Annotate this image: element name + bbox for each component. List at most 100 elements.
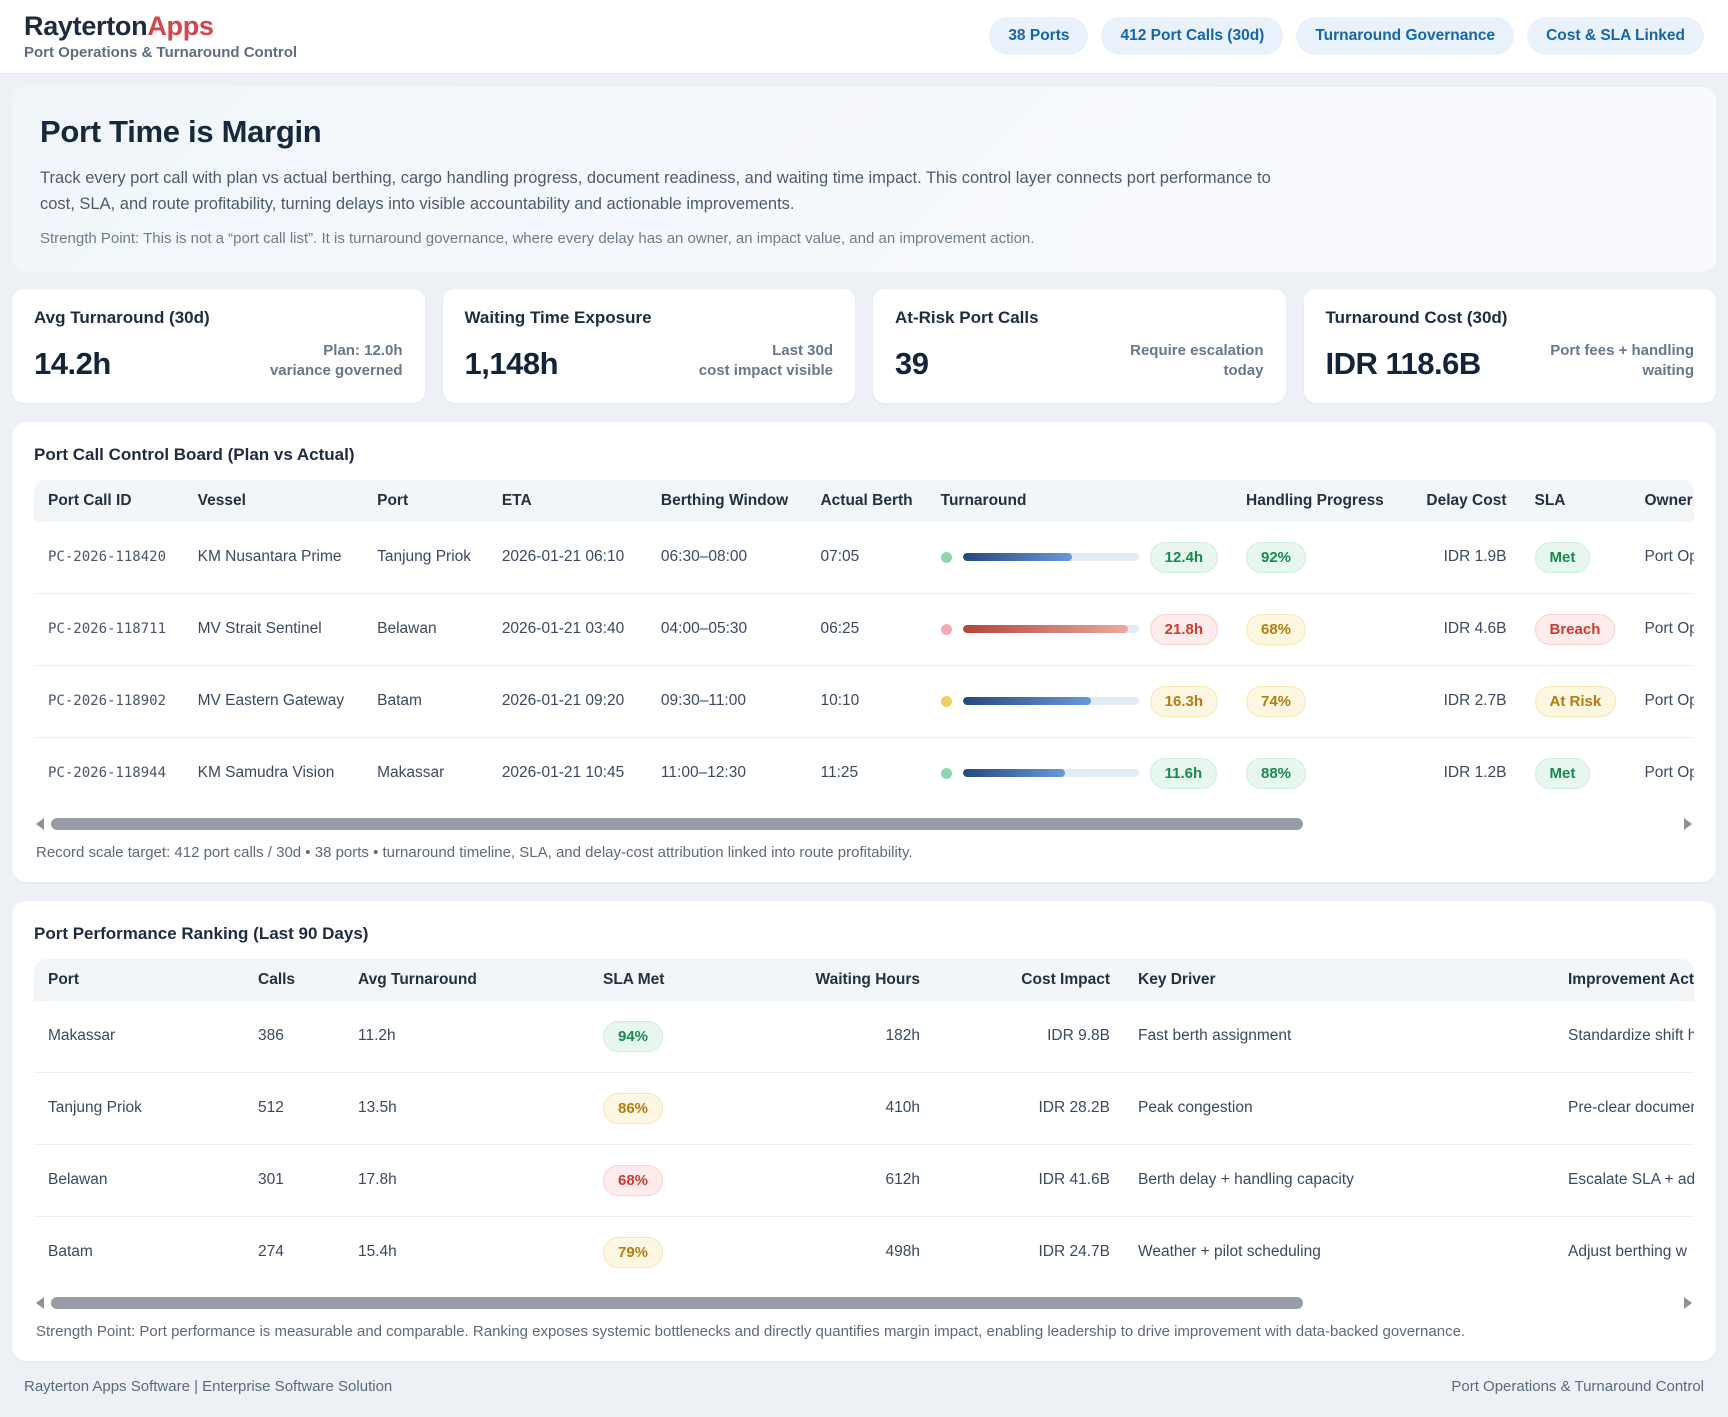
port-cell: Tanjung Priok	[34, 1072, 244, 1144]
status-dot	[941, 552, 952, 563]
actual-berth-cell: 10:10	[806, 665, 926, 737]
port-call-id: PC-2026-118420	[34, 522, 184, 594]
cost-impact-cell: IDR 24.7B	[934, 1216, 1124, 1288]
kpi-note: Plan: 12.0hvariance governed	[270, 341, 403, 382]
col-handling-progress: Handling Progress	[1232, 480, 1402, 522]
table-header-row: Port Call ID Vessel Port ETA Berthing Wi…	[34, 480, 1694, 522]
key-driver-cell: Fast berth assignment	[1124, 1001, 1554, 1073]
control-board-footnote: Record scale target: 412 port calls / 30…	[36, 844, 1694, 861]
waiting-hours-cell: 410h	[799, 1072, 934, 1144]
delay-cost-cell: IDR 1.9B	[1402, 522, 1521, 594]
sla-cell: At Risk	[1521, 665, 1631, 737]
hero-description: Track every port call with plan vs actua…	[40, 166, 1290, 217]
turnaround-bar	[963, 697, 1139, 705]
brand-subtitle: Port Operations & Turnaround Control	[24, 44, 297, 61]
col-berthing-window: Berthing Window	[647, 480, 807, 522]
sla-cell: Met	[1521, 737, 1631, 809]
scrollbar-track[interactable]	[51, 818, 1677, 830]
avg-turnaround-cell: 13.5h	[344, 1072, 589, 1144]
turnaround-hours-pill: 12.4h	[1150, 542, 1218, 573]
scrollbar-track[interactable]	[51, 1297, 1677, 1309]
owner-cell: Port Ops	[1630, 737, 1694, 809]
handling-progress-cell: 68%	[1232, 593, 1402, 665]
col-key-driver: Key Driver	[1124, 959, 1554, 1001]
kpi-title: Avg Turnaround (30d)	[34, 308, 403, 328]
actual-berth-cell: 06:25	[806, 593, 926, 665]
key-driver-cell: Peak congestion	[1124, 1072, 1554, 1144]
turnaround-hours-pill: 16.3h	[1150, 686, 1218, 717]
vessel-cell: KM Samudra Vision	[184, 737, 363, 809]
sla-met-pill: 86%	[603, 1093, 663, 1124]
handling-progress-cell: 92%	[1232, 522, 1402, 594]
scrollbar-thumb[interactable]	[51, 1297, 1303, 1309]
hero-panel: Port Time is Margin Track every port cal…	[12, 87, 1716, 272]
improvement-action-cell: Pre-clear documen	[1554, 1072, 1694, 1144]
berthing-window-cell: 09:30–11:00	[647, 665, 807, 737]
horizontal-scrollbar[interactable]	[34, 1297, 1694, 1310]
turnaround-bar	[963, 769, 1139, 777]
calls-cell: 301	[244, 1144, 344, 1216]
calls-cell: 274	[244, 1216, 344, 1288]
kpi-at-risk-calls: At-Risk Port Calls 39 Require escalation…	[873, 289, 1286, 403]
turnaround-cell: 16.3h	[927, 665, 1232, 737]
vessel-cell: KM Nusantara Prime	[184, 522, 363, 594]
kpi-turnaround-cost: Turnaround Cost (30d) IDR 118.6B Port fe…	[1304, 289, 1717, 403]
kpi-title: At-Risk Port Calls	[895, 308, 1264, 328]
scroll-right-icon[interactable]	[1684, 818, 1692, 830]
col-vessel: Vessel	[184, 480, 363, 522]
eta-cell: 2026-01-21 10:45	[488, 737, 647, 809]
avg-turnaround-cell: 17.8h	[344, 1144, 589, 1216]
handling-progress-pill: 68%	[1246, 614, 1306, 645]
vessel-cell: MV Eastern Gateway	[184, 665, 363, 737]
scroll-left-icon[interactable]	[36, 818, 44, 830]
col-improvement-action: Improvement Act	[1554, 959, 1694, 1001]
handling-progress-cell: 74%	[1232, 665, 1402, 737]
port-cell: Batam	[34, 1216, 244, 1288]
col-actual-berth: Actual Berth	[806, 480, 926, 522]
status-dot	[941, 624, 952, 635]
key-driver-cell: Berth delay + handling capacity	[1124, 1144, 1554, 1216]
badge-governance: Turnaround Governance	[1296, 17, 1514, 55]
actual-berth-cell: 07:05	[806, 522, 926, 594]
table-row: Belawan 301 17.8h 68% 612h IDR 41.6B Ber…	[34, 1144, 1694, 1216]
turnaround-hours-pill: 21.8h	[1150, 614, 1218, 645]
port-cell: Tanjung Priok	[363, 522, 488, 594]
col-turnaround: Turnaround	[927, 480, 1232, 522]
footer-right: Port Operations & Turnaround Control	[1451, 1378, 1704, 1395]
sla-met-pill: 94%	[603, 1021, 663, 1052]
cost-impact-cell: IDR 28.2B	[934, 1072, 1124, 1144]
waiting-hours-cell: 612h	[799, 1144, 934, 1216]
vessel-cell: MV Strait Sentinel	[184, 593, 363, 665]
sla-badge: Met	[1535, 758, 1591, 789]
port-cell: Makassar	[363, 737, 488, 809]
kpi-value: 14.2h	[34, 346, 111, 382]
col-eta: ETA	[488, 480, 647, 522]
table-row: Batam 274 15.4h 79% 498h IDR 24.7B Weath…	[34, 1216, 1694, 1288]
kpi-note: Require escalationtoday	[1130, 341, 1263, 382]
top-bar: RaytertonApps Port Operations & Turnarou…	[0, 0, 1728, 73]
scroll-left-icon[interactable]	[36, 1297, 44, 1309]
owner-cell: Port Ops	[1630, 665, 1694, 737]
delay-cost-cell: IDR 4.6B	[1402, 593, 1521, 665]
turnaround-bar	[963, 553, 1139, 561]
page-footer: Rayterton Apps Software | Enterprise Sof…	[12, 1361, 1716, 1417]
turnaround-bar-fill	[963, 553, 1072, 561]
table-header-row: Port Calls Avg Turnaround SLA Met Waitin…	[34, 959, 1694, 1001]
handling-progress-pill: 74%	[1246, 686, 1306, 717]
col-delay-cost: Delay Cost	[1402, 480, 1521, 522]
control-board-table-viewport: Port Call ID Vessel Port ETA Berthing Wi…	[34, 480, 1694, 809]
turnaround-cell: 12.4h	[927, 522, 1232, 594]
improvement-action-cell: Adjust berthing w	[1554, 1216, 1694, 1288]
sla-badge: At Risk	[1535, 686, 1617, 717]
ranking-table-viewport: Port Calls Avg Turnaround SLA Met Waitin…	[34, 959, 1694, 1288]
table-row: PC-2026-118420 KM Nusantara Prime Tanjun…	[34, 522, 1694, 594]
kpi-value: 1,148h	[465, 346, 559, 382]
scroll-right-icon[interactable]	[1684, 1297, 1692, 1309]
scrollbar-thumb[interactable]	[51, 818, 1303, 830]
calls-cell: 386	[244, 1001, 344, 1073]
berthing-window-cell: 04:00–05:30	[647, 593, 807, 665]
horizontal-scrollbar[interactable]	[34, 818, 1694, 831]
col-port: Port	[363, 480, 488, 522]
badge-port-calls: 412 Port Calls (30d)	[1101, 17, 1283, 55]
owner-cell: Port Ops	[1630, 593, 1694, 665]
